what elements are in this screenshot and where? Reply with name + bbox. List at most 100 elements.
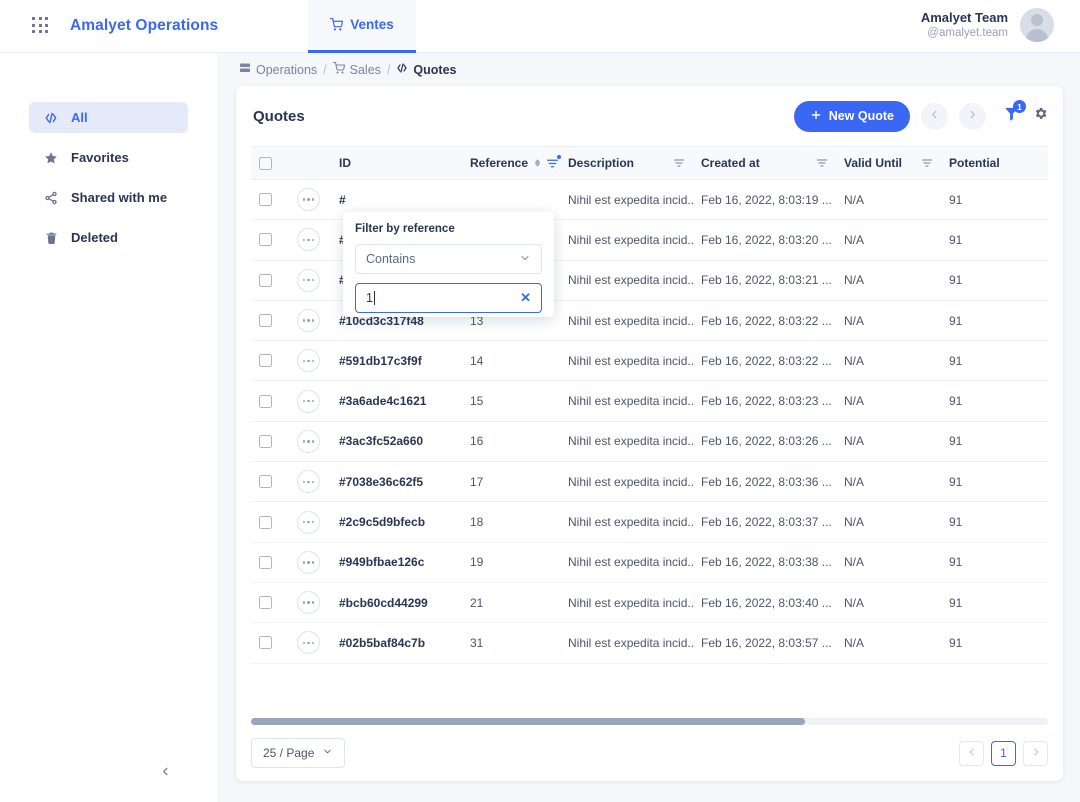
horizontal-scrollbar[interactable] <box>251 718 1048 725</box>
row-checkbox[interactable] <box>259 354 272 368</box>
pagination-next-button[interactable] <box>1023 740 1048 766</box>
row-menu-cell <box>289 179 331 221</box>
brand-title[interactable]: Amalyet Operations <box>70 17 218 35</box>
row-select-cell <box>251 622 289 664</box>
table-row[interactable]: #591db17c3f9f 14 Nihil est expedita incid.… <box>251 340 1048 382</box>
row-actions-menu-icon[interactable] <box>297 309 320 333</box>
sidebar-item-deleted[interactable]: Deleted <box>29 222 188 253</box>
plus-icon <box>810 109 822 124</box>
breadcrumb: Operations / Sales / Quotes <box>217 53 1080 77</box>
row-menu-cell <box>289 622 331 664</box>
breadcrumb-separator-1: / <box>323 62 327 77</box>
user-handle: @amalyet.team <box>927 26 1008 39</box>
share-icon <box>43 191 59 205</box>
cart-icon <box>332 61 345 77</box>
row-actions-menu-icon[interactable] <box>297 429 320 453</box>
column-header-overflow <box>1029 146 1048 180</box>
row-checkbox[interactable] <box>259 273 272 287</box>
row-checkbox[interactable] <box>259 596 272 610</box>
table-row[interactable]: #2c9c5d9bfecb 18 Nihil est expedita incid.… <box>251 501 1048 543</box>
row-actions-menu-icon[interactable] <box>297 349 320 373</box>
row-checkbox[interactable] <box>259 555 272 569</box>
avatar[interactable] <box>1020 8 1054 42</box>
breadcrumb-operations-label: Operations <box>256 62 318 77</box>
row-actions-menu-icon[interactable] <box>297 550 320 574</box>
horizontal-scrollbar-thumb[interactable] <box>251 718 805 725</box>
new-quote-button[interactable]: New Quote <box>793 100 910 132</box>
breadcrumb-item-sales[interactable]: Sales <box>332 61 381 77</box>
row-actions-menu-icon[interactable] <box>297 268 320 292</box>
tab-ventes[interactable]: Ventes <box>308 0 416 53</box>
row-actions-menu-icon[interactable] <box>297 389 320 413</box>
table-row[interactable]: #bcb60cd44299 21 Nihil est expedita incid.… <box>251 582 1048 624</box>
cell-overflow <box>1029 542 1048 583</box>
column-header-description[interactable]: Description <box>560 146 693 180</box>
row-checkbox[interactable] <box>259 314 272 328</box>
row-checkbox[interactable] <box>259 233 272 247</box>
column-filter-description-icon[interactable] <box>673 157 685 169</box>
row-select-cell <box>251 340 289 382</box>
table-row[interactable]: #02b5baf84c7b 31 Nihil est expedita incid.… <box>251 622 1048 664</box>
column-header-created-at[interactable]: Created at <box>693 146 836 180</box>
breadcrumb-sales-label: Sales <box>349 62 381 77</box>
column-filter-valid-until-icon[interactable] <box>921 157 933 169</box>
column-header-reference[interactable]: Reference <box>462 146 562 180</box>
breadcrumb-item-operations[interactable]: Operations <box>239 62 317 77</box>
filter-operator-select[interactable]: Contains <box>355 244 542 274</box>
page-size-select[interactable]: 25 / Page <box>251 738 346 768</box>
row-actions-menu-icon[interactable] <box>297 631 320 655</box>
sidebar: All Favorites Shared with me Deleted <box>0 53 217 802</box>
tab-ventes-label: Ventes <box>350 17 394 32</box>
chevron-down-icon <box>519 252 531 267</box>
row-actions-menu-icon[interactable] <box>297 188 320 212</box>
row-checkbox[interactable] <box>259 394 272 408</box>
table-row[interactable]: #7038e36c62f5 17 Nihil est expedita incid.… <box>251 461 1048 503</box>
row-actions-menu-icon[interactable] <box>297 510 320 534</box>
sidebar-item-all[interactable]: All <box>29 102 188 133</box>
table-row[interactable]: #3a6ade4c1621 15 Nihil est expedita incid.… <box>251 380 1048 422</box>
row-actions-menu-icon[interactable] <box>297 591 320 615</box>
next-record-button[interactable] <box>959 102 986 130</box>
sidebar-collapse-button[interactable] <box>160 764 171 784</box>
row-checkbox[interactable] <box>259 515 272 529</box>
grid-apps-icon[interactable] <box>32 17 50 35</box>
sort-icon[interactable] <box>533 157 542 169</box>
table-row[interactable]: #3ac3fc52a660 16 Nihil est expedita incid.… <box>251 421 1048 463</box>
active-filters-button[interactable]: 1 <box>1003 100 1026 127</box>
table-row[interactable]: #949bfbae126c 19 Nihil est expedita incid.… <box>251 542 1048 583</box>
sidebar-item-deleted-label: Deleted <box>71 230 118 245</box>
column-filter-reference-icon[interactable] <box>546 154 562 170</box>
pagination-prev-button[interactable] <box>959 740 984 766</box>
cell-created-at: Feb 16, 2022, 8:03:20 ... <box>693 219 836 261</box>
user-menu[interactable]: Amalyet Team @amalyet.team <box>921 8 1054 42</box>
sidebar-item-shared-with-me[interactable]: Shared with me <box>29 182 188 213</box>
breadcrumb-item-quotes[interactable]: Quotes <box>396 62 456 77</box>
pagination-page-1[interactable]: 1 <box>991 740 1016 766</box>
clear-x-icon[interactable]: ✕ <box>520 290 531 306</box>
chevron-right-icon <box>967 107 978 125</box>
table-header-row: ID Reference Description Created at Vali… <box>251 146 1048 180</box>
row-actions-menu-icon[interactable] <box>297 228 320 252</box>
settings-button[interactable] <box>1033 106 1048 126</box>
table-header: ID Reference Description Created at Vali… <box>251 146 1048 180</box>
cell-id: #bcb60cd44299 <box>331 582 462 624</box>
row-checkbox[interactable] <box>259 434 272 448</box>
cell-potential: 91 <box>941 380 1029 422</box>
quotes-card: Quotes New Quote 1 ID Reference Descript… <box>236 86 1063 781</box>
filter-value-text: 1 <box>366 291 373 305</box>
cell-valid-until: N/A <box>836 300 941 342</box>
select-all-checkbox[interactable] <box>259 156 272 170</box>
cell-created-at: Feb 16, 2022, 8:03:36 ... <box>693 461 836 503</box>
filter-value-input[interactable]: 1 ✕ <box>355 283 542 313</box>
column-header-id[interactable]: ID <box>331 146 462 180</box>
column-header-potential[interactable]: Potential <box>941 146 1029 180</box>
row-checkbox[interactable] <box>259 193 272 207</box>
column-header-valid-until[interactable]: Valid Until <box>836 146 941 180</box>
row-checkbox[interactable] <box>259 636 272 650</box>
prev-record-button[interactable] <box>921 102 948 130</box>
reference-filter-popup: Filter by reference Contains 1 ✕ <box>343 212 554 317</box>
column-filter-created-at-icon[interactable] <box>816 157 828 169</box>
sidebar-item-favorites[interactable]: Favorites <box>29 142 188 173</box>
row-actions-menu-icon[interactable] <box>297 470 320 494</box>
row-checkbox[interactable] <box>259 475 272 489</box>
